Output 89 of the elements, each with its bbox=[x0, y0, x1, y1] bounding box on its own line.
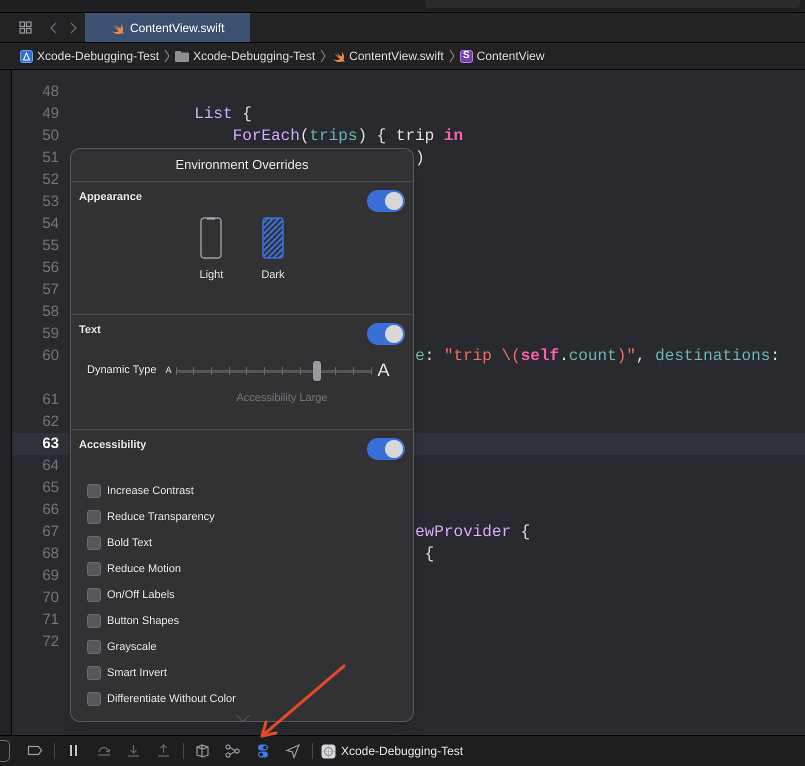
code-line: { bbox=[424, 544, 434, 565]
line-number: 50 bbox=[42, 126, 59, 144]
chevron-icon bbox=[448, 49, 455, 63]
stacked-layers-icon[interactable] bbox=[195, 743, 211, 759]
code-line: ewProvider { bbox=[415, 522, 530, 543]
node-graph-icon[interactable] bbox=[225, 743, 241, 759]
line-number: 51 bbox=[42, 148, 59, 166]
app-icon bbox=[321, 744, 336, 758]
checkbox-label: Grayscale bbox=[107, 640, 157, 655]
chevron-icon bbox=[320, 49, 326, 63]
line-number: 72 bbox=[42, 632, 59, 650]
editor-tab[interactable]: ContentView.swift bbox=[85, 13, 250, 42]
code-line: ForEach(trips) { trip in bbox=[232, 126, 464, 147]
line-number: 48 bbox=[42, 82, 59, 100]
checkbox[interactable] bbox=[87, 484, 101, 498]
line-number: 65 bbox=[42, 478, 59, 496]
breadcrumb-item[interactable]: ContentView.swift bbox=[331, 47, 444, 65]
popover-title: Environment Overrides bbox=[176, 156, 308, 174]
appearance-label: Dark bbox=[261, 268, 285, 283]
breadcrumb-item[interactable]: Xcode-Debugging-Test bbox=[20, 47, 160, 65]
toggle-switch[interactable] bbox=[367, 323, 405, 345]
checkbox[interactable] bbox=[87, 692, 101, 706]
folder-icon bbox=[175, 50, 190, 62]
chevron-icon bbox=[164, 49, 170, 63]
checkbox[interactable] bbox=[87, 536, 101, 550]
small-a-label: A bbox=[166, 364, 172, 377]
code-line: List { bbox=[194, 104, 252, 125]
checkbox-label: Reduce Motion bbox=[107, 562, 181, 577]
checkbox[interactable] bbox=[87, 640, 101, 654]
back-icon[interactable] bbox=[50, 22, 57, 34]
toggle-switch[interactable] bbox=[367, 438, 405, 460]
checkbox-label: Reduce Transparency bbox=[107, 510, 215, 525]
forward-icon[interactable] bbox=[70, 22, 77, 34]
grid-icon[interactable] bbox=[19, 21, 32, 34]
checkbox-label: Button Shapes bbox=[107, 614, 180, 629]
toggle-switch[interactable] bbox=[367, 190, 405, 212]
line-number: 63 bbox=[42, 434, 59, 452]
scheme-selector[interactable]: Xcode-Debugging-Test bbox=[321, 742, 464, 760]
line-number: 49 bbox=[42, 104, 59, 122]
line-number: 70 bbox=[42, 588, 59, 606]
checkbox-label: Increase Contrast bbox=[107, 484, 194, 499]
breadcrumb-item[interactable]: Xcode-Debugging-Test bbox=[175, 47, 316, 65]
large-a-label: A bbox=[378, 359, 390, 382]
line-number: 68 bbox=[42, 544, 59, 562]
checkbox-label: Smart Invert bbox=[107, 666, 167, 681]
line-number: 66 bbox=[42, 500, 59, 518]
checkbox-label: On/Off Labels bbox=[107, 588, 175, 603]
line-number: 61 bbox=[42, 390, 59, 408]
dynamic-type-slider[interactable] bbox=[176, 360, 372, 380]
checkbox-label: Bold Text bbox=[107, 536, 152, 551]
section-title: Appearance bbox=[79, 190, 142, 205]
section-title: Text bbox=[79, 323, 101, 338]
line-number: 69 bbox=[42, 566, 59, 584]
breadcrumb-item[interactable]: S ContentView bbox=[460, 47, 544, 65]
line-number: 58 bbox=[42, 302, 59, 320]
checkbox-label: Differentiate Without Color bbox=[107, 692, 236, 707]
section-title: Accessibility bbox=[79, 438, 146, 453]
checkbox[interactable] bbox=[87, 562, 101, 576]
toggles-icon[interactable] bbox=[255, 743, 271, 759]
code-line: ) bbox=[415, 148, 425, 169]
line-number: 56 bbox=[42, 258, 59, 276]
line-number: 67 bbox=[42, 522, 59, 540]
line-number: 57 bbox=[42, 280, 59, 298]
checkbox[interactable] bbox=[87, 614, 101, 628]
slider-thumb[interactable] bbox=[313, 360, 322, 380]
line-number: 60 bbox=[42, 346, 59, 364]
slider-value: Accessibility Large bbox=[236, 391, 328, 406]
line-number: 53 bbox=[42, 192, 59, 210]
line-number: 52 bbox=[42, 170, 59, 188]
line-number: 59 bbox=[42, 324, 59, 342]
panel-button[interactable] bbox=[0, 740, 10, 762]
slider-label: Dynamic Type bbox=[87, 363, 156, 378]
checkbox[interactable] bbox=[87, 666, 101, 680]
dark-phone-icon[interactable] bbox=[262, 217, 284, 259]
line-number: 54 bbox=[42, 214, 59, 232]
checkbox[interactable] bbox=[87, 588, 101, 602]
line-number: 62 bbox=[42, 412, 59, 430]
struct-badge: S bbox=[460, 50, 473, 62]
light-phone-icon[interactable] bbox=[200, 217, 222, 259]
location-arrow-icon[interactable] bbox=[285, 743, 301, 759]
step-in-icon[interactable] bbox=[126, 743, 142, 759]
line-number: 64 bbox=[42, 456, 59, 474]
appearance-label: Light bbox=[199, 268, 224, 283]
line-number: 71 bbox=[42, 610, 59, 628]
step-out-icon[interactable] bbox=[156, 743, 172, 759]
app-icon bbox=[20, 50, 33, 62]
code-line: e: "trip \(self.count)", destinations: bbox=[415, 346, 780, 367]
checkbox[interactable] bbox=[87, 510, 101, 524]
line-number: 55 bbox=[42, 236, 59, 254]
